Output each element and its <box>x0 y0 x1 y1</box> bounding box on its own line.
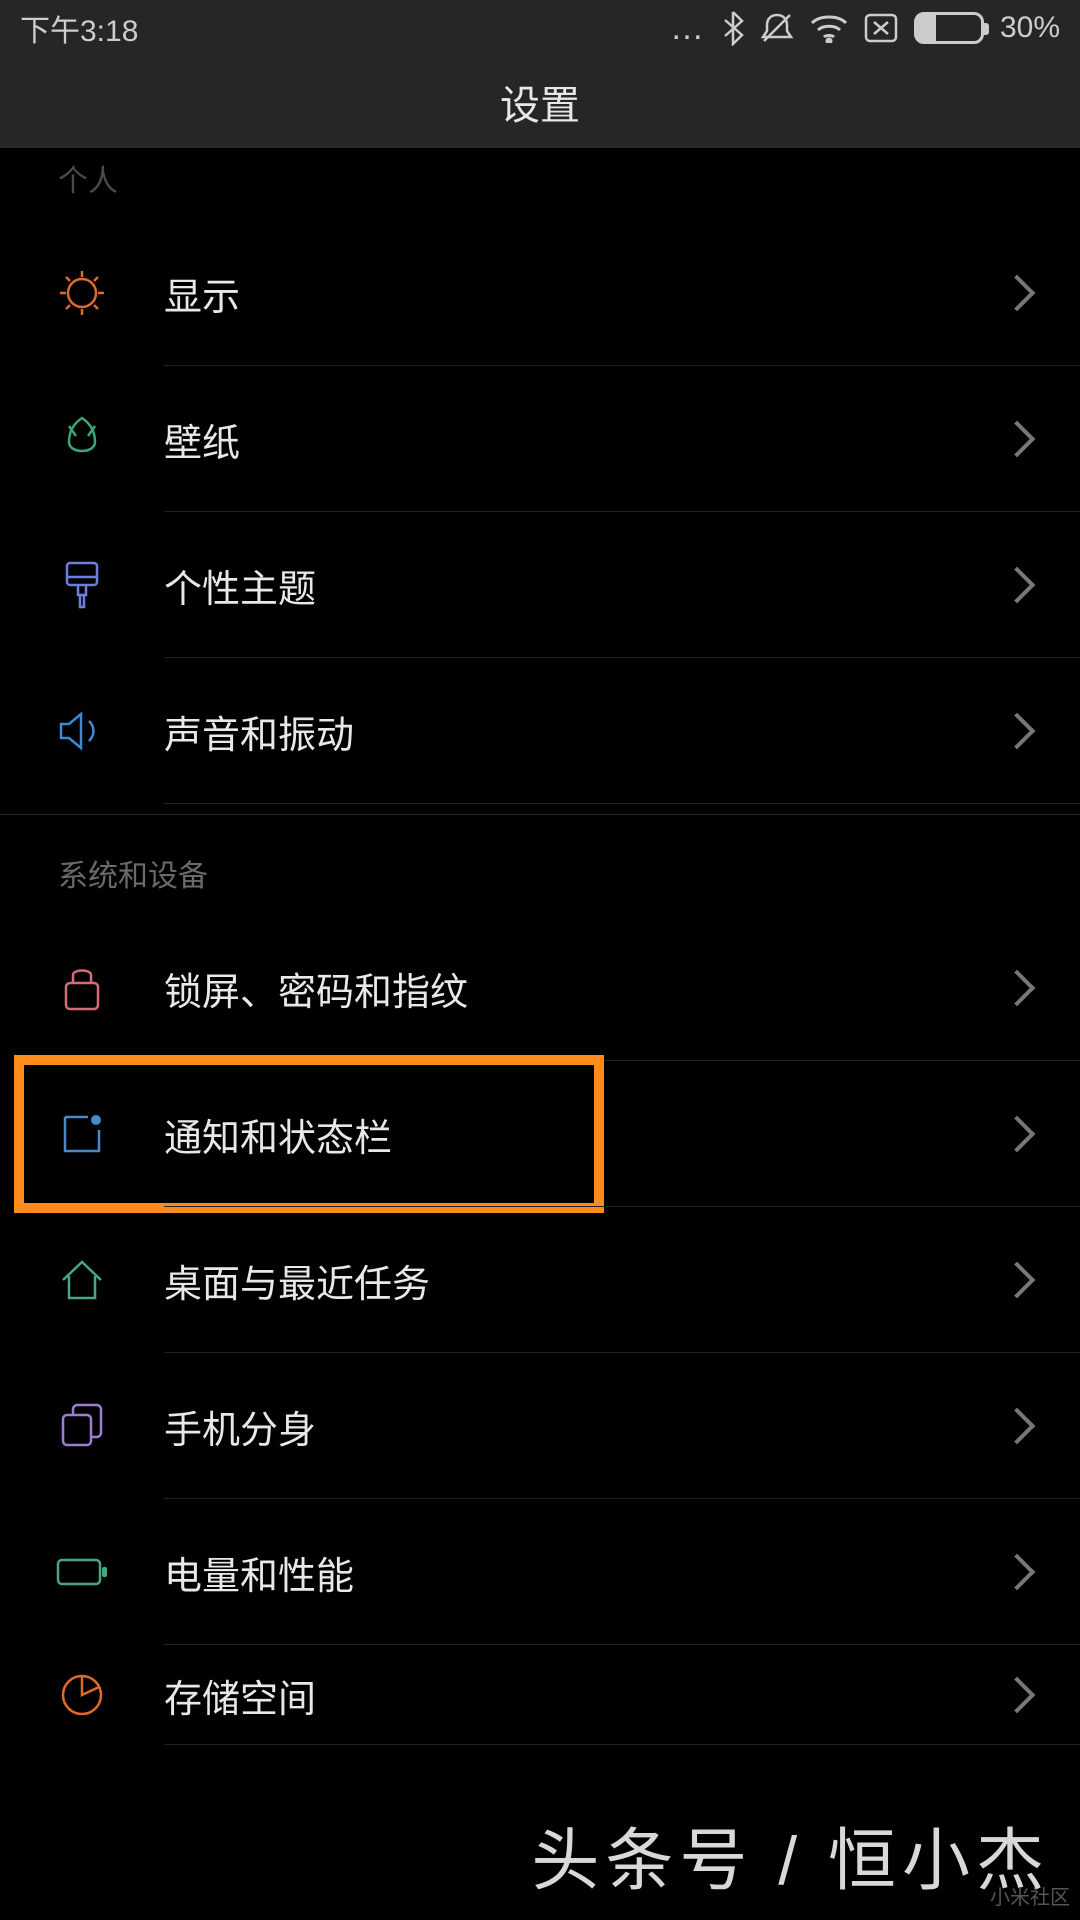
lock-icon <box>54 960 110 1016</box>
row-label: 存储空间 <box>164 1668 1004 1723</box>
battery-icon <box>54 1544 110 1600</box>
row-second-space[interactable]: 手机分身 <box>0 1353 1080 1499</box>
battery-percent: 30% <box>1000 11 1060 45</box>
chevron-right-icon <box>999 567 1036 604</box>
row-notifications[interactable]: 通知和状态栏 <box>0 1061 1080 1207</box>
row-label: 锁屏、密码和指纹 <box>164 961 1004 1016</box>
chevron-right-icon <box>999 1677 1036 1714</box>
chevron-right-icon <box>999 713 1036 750</box>
watermark-small: 小米社区 <box>990 1881 1070 1910</box>
home-icon <box>54 1252 110 1308</box>
row-label: 显示 <box>164 266 1004 321</box>
sim-icon <box>864 13 898 43</box>
row-theme[interactable]: 个性主题 <box>0 512 1080 658</box>
status-bar: 下午3:18 … 30% <box>0 0 1080 56</box>
row-label: 个性主题 <box>164 558 1004 613</box>
brush-icon <box>54 557 110 613</box>
row-label: 声音和振动 <box>164 704 1004 759</box>
notify-icon <box>54 1106 110 1162</box>
section-label-system: 系统和设备 <box>0 815 1080 915</box>
tulip-icon <box>54 411 110 467</box>
chevron-right-icon <box>999 1408 1036 1445</box>
row-battery[interactable]: 电量和性能 <box>0 1499 1080 1645</box>
bluetooth-icon <box>722 10 744 46</box>
mute-icon <box>760 11 794 45</box>
chevron-right-icon <box>999 1554 1036 1591</box>
row-wallpaper[interactable]: 壁纸 <box>0 366 1080 512</box>
status-icons: … 30% <box>670 9 1060 48</box>
section-label-personal: 个人 <box>0 148 1080 220</box>
pie-icon <box>54 1667 110 1723</box>
row-lockscreen[interactable]: 锁屏、密码和指纹 <box>0 915 1080 1061</box>
chevron-right-icon <box>999 1116 1036 1153</box>
chevron-right-icon <box>999 970 1036 1007</box>
watermark-main: 头条号 / 恒小杰 <box>531 1805 1050 1904</box>
row-sound[interactable]: 声音和振动 <box>0 658 1080 804</box>
battery-icon <box>914 12 984 44</box>
row-desktop[interactable]: 桌面与最近任务 <box>0 1207 1080 1353</box>
speaker-icon <box>54 703 110 759</box>
page-title: 设置 <box>500 73 580 131</box>
chevron-right-icon <box>999 1262 1036 1299</box>
clone-icon <box>54 1398 110 1454</box>
page-title-bar: 设置 <box>0 56 1080 148</box>
row-label: 通知和状态栏 <box>164 1107 1004 1162</box>
row-label: 桌面与最近任务 <box>164 1253 1004 1308</box>
wifi-icon <box>810 13 848 43</box>
status-time: 下午3:18 <box>20 6 138 50</box>
chevron-right-icon <box>999 421 1036 458</box>
row-display[interactable]: 显示 <box>0 220 1080 366</box>
chevron-right-icon <box>999 275 1036 312</box>
row-label: 手机分身 <box>164 1399 1004 1454</box>
row-label: 电量和性能 <box>164 1545 1004 1600</box>
row-label: 壁纸 <box>164 412 1004 467</box>
sun-icon <box>54 265 110 321</box>
more-icon: … <box>670 9 706 48</box>
row-storage[interactable]: 存储空间 <box>0 1645 1080 1745</box>
